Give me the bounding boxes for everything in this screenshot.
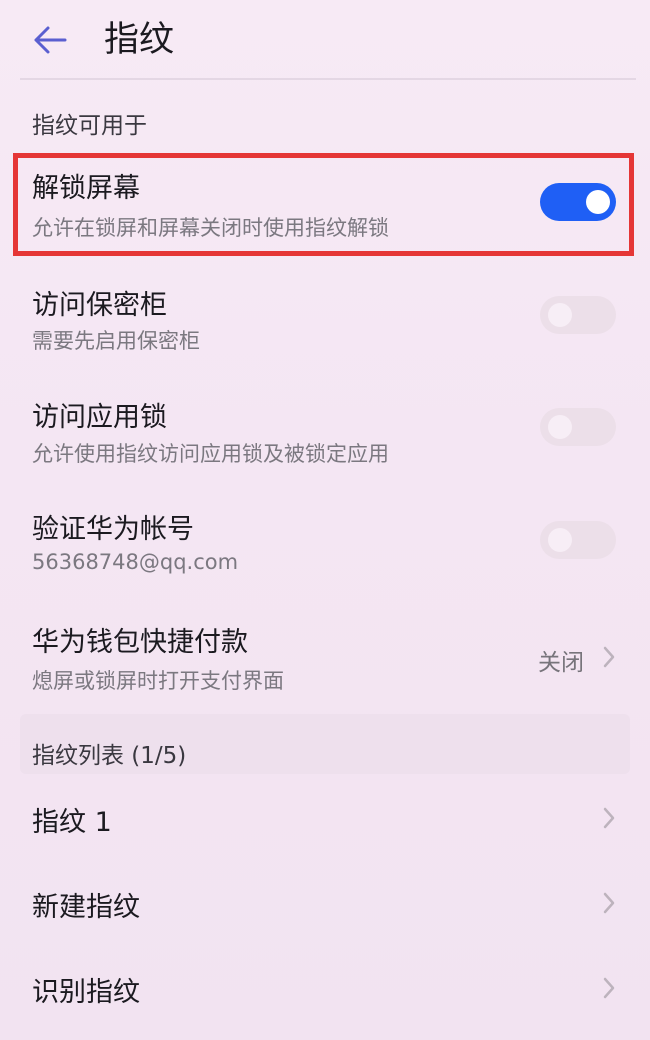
back-button[interactable] [26,18,74,62]
section-header-fingerprint-list: 指纹列表 (1/5) [32,743,187,769]
chevron-right-icon [603,807,615,829]
toggle-knob [548,528,572,552]
list-item-label: 新建指纹 [32,892,140,923]
chevron-right-icon [603,977,615,999]
setting-title: 访问应用锁 [32,402,167,433]
header-divider [20,78,636,80]
setting-subtitle: 允许使用指纹访问应用锁及被锁定应用 [32,442,389,466]
setting-title: 验证华为帐号 [32,514,194,545]
toggle-knob [548,415,572,439]
setting-title: 解锁屏幕 [32,173,140,204]
toggle-unlock-screen[interactable] [540,183,616,221]
setting-subtitle: 56368748@qq.com [32,550,239,574]
page-title: 指纹 [104,20,175,60]
setting-title: 访问保密柜 [32,290,167,321]
setting-subtitle: 熄屏或锁屏时打开支付界面 [32,669,284,693]
toggle-knob [586,190,610,214]
chevron-right-icon [603,892,615,914]
toggle-verify-account[interactable] [540,521,616,559]
toggle-app-lock[interactable] [540,408,616,446]
back-arrow-icon [34,26,67,54]
list-item-label: 指纹 1 [32,807,112,838]
setting-value: 关闭 [538,650,584,676]
section-header-usage: 指纹可用于 [32,113,147,139]
setting-title: 华为钱包快捷付款 [32,627,248,658]
setting-subtitle: 需要先启用保密柜 [32,329,200,353]
toggle-knob [548,303,572,327]
setting-subtitle: 允许在锁屏和屏幕关闭时使用指纹解锁 [32,216,389,240]
list-item-label: 识别指纹 [32,977,140,1008]
toggle-access-safe[interactable] [540,296,616,334]
app-bar: 指纹 [0,0,650,80]
chevron-right-icon [603,646,615,668]
